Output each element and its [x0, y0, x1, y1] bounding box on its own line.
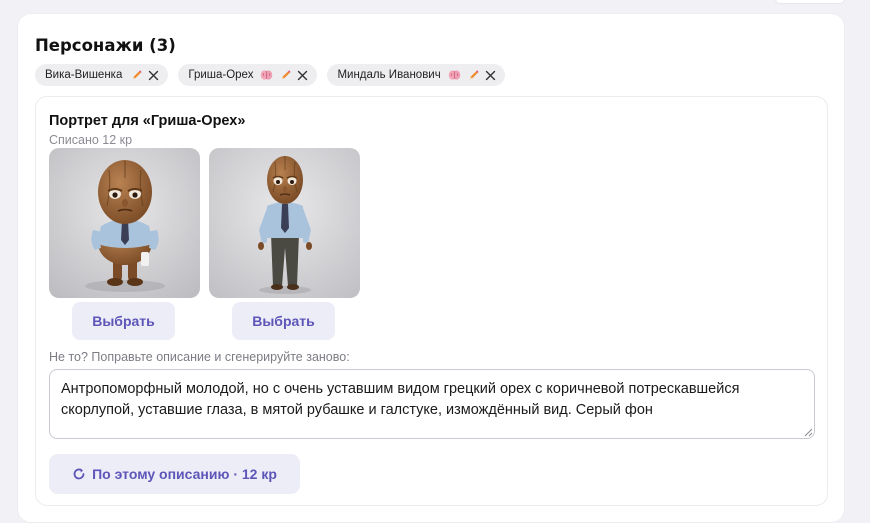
portrait-panel: Портрет для «Гриша-Орех» Списано 12 кр В…: [35, 96, 828, 506]
pencil-icon[interactable]: [131, 69, 143, 81]
regenerate-label: По этому описанию · 12 кр: [92, 466, 277, 482]
regenerate-button[interactable]: По этому описанию · 12 кр: [49, 454, 300, 494]
characters-card: Персонажи (3) Вика-Вишенка Гриша-Орех Ми…: [17, 13, 845, 523]
character-chip-grisha[interactable]: Гриша-Орех: [178, 64, 318, 86]
top-card-fragment: [775, 0, 845, 4]
pencil-icon[interactable]: [468, 69, 480, 81]
select-option-1-button[interactable]: Выбрать: [72, 302, 175, 340]
section-title: Персонажи (3): [35, 36, 176, 55]
pencil-icon[interactable]: [280, 69, 292, 81]
portrait-title: Портрет для «Гриша-Орех»: [49, 113, 246, 129]
brain-icon: [260, 69, 273, 81]
character-chip-label: Миндаль Иванович: [337, 69, 441, 81]
character-chip-label: Гриша-Орех: [188, 69, 254, 81]
resize-grip-icon[interactable]: [804, 428, 813, 437]
character-chip-mindal[interactable]: Миндаль Иванович: [327, 64, 505, 86]
portrait-option-2[interactable]: [209, 148, 360, 298]
character-chip-vika[interactable]: Вика-Вишенка: [35, 64, 169, 86]
charged-note: Списано 12 кр: [49, 133, 133, 147]
brain-icon: [448, 69, 461, 81]
character-chips: Вика-Вишенка Гриша-Орех Миндаль Иванович: [35, 64, 505, 86]
refresh-icon: [73, 468, 85, 480]
close-icon[interactable]: [148, 70, 159, 81]
portrait-option-1[interactable]: [49, 148, 200, 298]
description-textarea[interactable]: Антропоморфный молодой, но с очень устав…: [49, 369, 815, 439]
regenerate-hint: Не то? Поправьте описание и сгенерируйте…: [49, 350, 350, 364]
character-chip-label: Вика-Вишенка: [45, 69, 123, 81]
close-icon[interactable]: [485, 70, 496, 81]
select-option-2-button[interactable]: Выбрать: [232, 302, 335, 340]
close-icon[interactable]: [297, 70, 308, 81]
